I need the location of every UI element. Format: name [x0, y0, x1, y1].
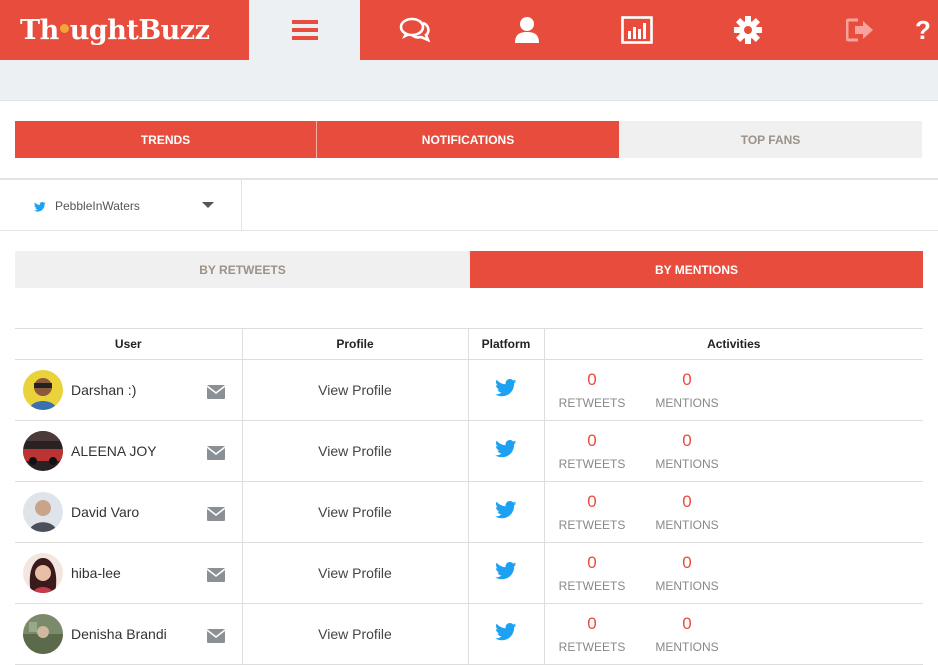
- table-row: ALEENA JOY View Profile 0 RETWEETS 0 MENTI…: [15, 420, 923, 482]
- logout-button[interactable]: [815, 0, 905, 60]
- tab-trends[interactable]: TRENDS: [15, 121, 317, 158]
- view-profile-link[interactable]: View Profile: [318, 565, 392, 581]
- view-profile-link[interactable]: View Profile: [318, 382, 392, 398]
- column-header-profile: Profile: [242, 328, 469, 360]
- mentions-count: 0 MENTIONS: [655, 614, 719, 654]
- sub-header-bar: [0, 60, 938, 101]
- logo-bubble-icon: [59, 23, 69, 33]
- table-row: Denisha Brandi View Profile 0 RETWEETS 0M…: [15, 603, 923, 665]
- avatar[interactable]: [23, 492, 63, 532]
- mail-icon[interactable]: [206, 385, 225, 399]
- mail-icon[interactable]: [206, 568, 225, 582]
- view-profile-link[interactable]: View Profile: [318, 443, 392, 459]
- avatar[interactable]: [23, 614, 63, 654]
- twitter-icon: [34, 202, 46, 212]
- retweets-count: 0 RETWEETS: [558, 431, 626, 471]
- avatar[interactable]: [23, 370, 63, 410]
- logo-text-end: ughtBuzz: [69, 14, 210, 46]
- twitter-icon: [495, 378, 517, 396]
- table-row: Darshan :) View Profile 0 RETWEETS 0 MENTI…: [15, 359, 923, 421]
- thoughtbuzz-logo[interactable]: Th ughtBuzz: [0, 0, 249, 60]
- chevron-down-icon: [202, 202, 214, 208]
- tab-notifications[interactable]: NOTIFICATIONS: [317, 121, 619, 158]
- menu-icon: [291, 20, 318, 40]
- logo-text-start: Th: [20, 14, 59, 46]
- retweets-count: 0 RETWEETS: [558, 370, 626, 410]
- mentions-count: 0 MENTIONS: [655, 431, 719, 471]
- user-name[interactable]: Denisha Brandi: [71, 626, 167, 642]
- chat-icon: [399, 17, 431, 43]
- settings-button[interactable]: [703, 0, 793, 60]
- avatar[interactable]: [23, 431, 63, 471]
- user-name[interactable]: ALEENA JOY: [71, 443, 157, 459]
- retweets-count: 0 RETWEETS: [558, 492, 626, 532]
- top-navigation-bar: Th ughtBuzz ?: [0, 0, 938, 60]
- divider: [0, 230, 938, 231]
- mail-icon[interactable]: [206, 629, 225, 643]
- help-button[interactable]: ?: [908, 0, 938, 60]
- tab-by-mentions[interactable]: BY MENTIONS: [470, 251, 923, 288]
- column-header-user: User: [15, 328, 243, 360]
- mentions-count: 0 MENTIONS: [655, 370, 719, 410]
- tab-top-fans[interactable]: TOP FANS: [619, 121, 922, 158]
- mentions-count: 0 MENTIONS: [655, 492, 719, 532]
- profile-button[interactable]: [482, 0, 572, 60]
- twitter-icon: [495, 561, 517, 579]
- twitter-icon: [495, 439, 517, 457]
- column-header-platform: Platform: [468, 328, 545, 360]
- account-name: PebbleInWaters: [55, 199, 140, 213]
- twitter-icon: [495, 622, 517, 640]
- table-row: David Varo View Profile 0 RETWEETS 0 MENTI…: [15, 481, 923, 543]
- help-icon: ?: [915, 14, 931, 45]
- user-name[interactable]: Darshan :): [71, 382, 136, 398]
- sort-tabs: BY RETWEETS BY MENTIONS: [15, 251, 923, 288]
- user-name[interactable]: hiba-lee: [71, 565, 121, 581]
- user-icon: [515, 17, 539, 43]
- mentions-count: 0 MENTIONS: [655, 553, 719, 593]
- fans-table: User Profile Platform Activities Darshan…: [15, 328, 923, 665]
- view-profile-link[interactable]: View Profile: [318, 504, 392, 520]
- user-name[interactable]: David Varo: [71, 504, 139, 520]
- table-header-row: User Profile Platform Activities: [15, 328, 923, 360]
- column-header-activities: Activities: [544, 328, 923, 360]
- twitter-icon: [495, 500, 517, 518]
- table-row: hiba-lee View Profile 0 RETWEETS 0 MENTION…: [15, 542, 923, 604]
- reports-button[interactable]: [592, 0, 682, 60]
- conversations-button[interactable]: [370, 0, 460, 60]
- account-selector[interactable]: PebbleInWaters: [0, 180, 242, 230]
- tab-by-retweets[interactable]: BY RETWEETS: [15, 251, 470, 288]
- mail-icon[interactable]: [206, 446, 225, 460]
- report-icon: [621, 16, 653, 44]
- menu-button[interactable]: [249, 0, 360, 60]
- mail-icon[interactable]: [206, 507, 225, 521]
- main-tabs: TRENDS NOTIFICATIONS TOP FANS: [15, 121, 922, 158]
- gear-icon: [734, 16, 762, 44]
- view-profile-link[interactable]: View Profile: [318, 626, 392, 642]
- retweets-count: 0 RETWEETS: [558, 614, 626, 654]
- retweets-count: 0 RETWEETS: [558, 553, 626, 593]
- avatar[interactable]: [23, 553, 63, 593]
- logout-icon: [846, 18, 873, 42]
